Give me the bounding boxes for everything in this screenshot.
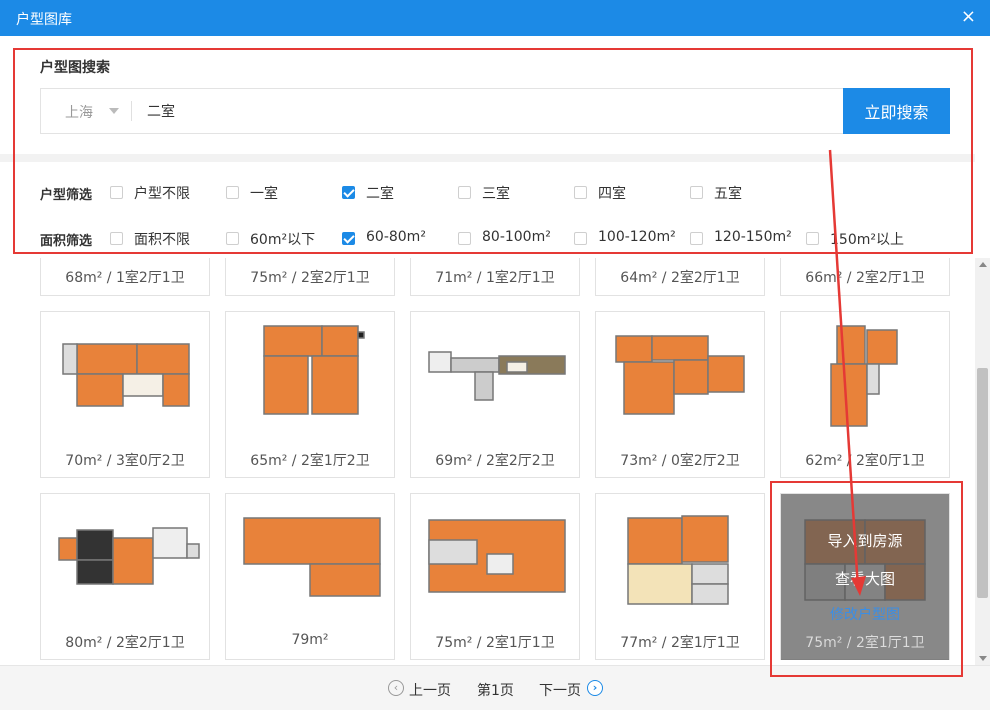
current-page-label: 第1页 [477, 683, 514, 699]
floorplan-thumbnail [58, 527, 200, 585]
floorplan-card[interactable]: 73m² / 0室2厅2卫 [595, 311, 765, 478]
filter-option-label: 80-100m² [482, 229, 551, 245]
floorplan-card[interactable]: 68m² / 1室2厅1卫 [40, 258, 210, 296]
section-separator [0, 154, 975, 162]
close-icon[interactable]: × [961, 7, 976, 27]
floorplan-card[interactable]: 65m² / 2室1厅2卫 [225, 311, 395, 478]
checkbox-icon[interactable] [574, 232, 587, 245]
city-select[interactable]: 上海 [41, 89, 131, 133]
filter-option-label: 60-80m² [366, 229, 426, 245]
search-button[interactable]: 立即搜索 [843, 88, 950, 134]
pagination: ‹ 上一页 第1页 下一页 › [0, 665, 990, 710]
scroll-down-icon[interactable] [979, 656, 987, 661]
search-divider [131, 101, 132, 121]
checkbox-icon[interactable] [110, 186, 123, 199]
next-page-button[interactable]: 下一页 [539, 680, 581, 700]
edit-floorplan-link[interactable]: 修改户型图 [781, 604, 949, 624]
area-filter-label: 面积筛选 [40, 234, 93, 249]
checkbox-icon[interactable] [226, 232, 239, 245]
filter-option-label: 一室 [250, 186, 278, 202]
arrow-left-icon[interactable]: ‹ [388, 680, 404, 696]
filter-panel: 户型筛选 户型不限 一室 二室 三室 四室 五室 面积筛选 面积不限 60m²以下 60-80… [0, 162, 975, 258]
floorplan-caption: 80m² / 2室2厅1卫 [65, 635, 185, 651]
floorplan-caption: 64m² / 2室2厅1卫 [620, 270, 740, 286]
search-panel: 户型图搜索 上海 立即搜索 [0, 36, 975, 154]
floorplan-caption: 75m² / 2室1厅1卫 [435, 635, 555, 651]
floorplan-thumbnail [428, 351, 566, 401]
chevron-down-icon [109, 108, 119, 114]
floorplan-card[interactable]: 62m² / 2室0厅1卫 [780, 311, 950, 478]
checkbox-icon[interactable] [690, 186, 703, 199]
filter-option-label: 150m²以上 [830, 232, 904, 248]
checkbox-icon[interactable] [226, 186, 239, 199]
floorplan-card[interactable]: 66m² / 2室2厅1卫 [780, 258, 950, 296]
filter-option-label: 二室 [366, 186, 394, 202]
floorplan-caption: 77m² / 2室1厅1卫 [620, 635, 740, 651]
room-filter-label: 户型筛选 [40, 188, 93, 203]
filter-option-label: 60m²以下 [250, 232, 316, 248]
floorplan-card[interactable]: 69m² / 2室2厅2卫 [410, 311, 580, 478]
checkbox-icon[interactable] [458, 186, 471, 199]
floorplan-card[interactable]: 79m² [225, 493, 395, 660]
floorplan-thumbnail [627, 515, 729, 605]
floorplan-caption: 68m² / 1室2厅1卫 [65, 270, 185, 286]
scrollbar-thumb[interactable] [977, 368, 988, 598]
arrow-right-icon[interactable]: › [587, 680, 603, 696]
dialog-title: 户型图库 [16, 12, 72, 28]
floorplan-thumbnail [428, 519, 566, 593]
floorplan-caption: 65m² / 2室1厅2卫 [250, 453, 370, 469]
floorplan-card[interactable]: 77m² / 2室1厅1卫 [595, 493, 765, 660]
floorplan-card[interactable]: 75m² / 2室2厅1卫 [225, 258, 395, 296]
search-input[interactable] [137, 89, 837, 133]
floorplan-caption: 75m² / 2室2厅1卫 [250, 270, 370, 286]
floorplan-card[interactable]: 75m² / 2室1厅1卫 [410, 493, 580, 660]
floorplan-caption: 62m² / 2室0厅1卫 [805, 453, 925, 469]
floorplan-card[interactable]: 75m² / 2室1厅1卫 导入到房源 查看大图 修改户型图 75m² / 2室… [780, 493, 950, 660]
grid-scrollbar[interactable] [975, 258, 990, 665]
floorplan-caption: 70m² / 3室0厅2卫 [65, 453, 185, 469]
floorplan-card[interactable]: 80m² / 2室2厅1卫 [40, 493, 210, 660]
floorplan-caption: 69m² / 2室2厅2卫 [435, 453, 555, 469]
filter-option-label: 五室 [714, 186, 742, 202]
floorplan-caption: 71m² / 1室2厅1卫 [435, 270, 555, 286]
floorplan-card[interactable]: 70m² / 3室0厅2卫 [40, 311, 210, 478]
floorplan-thumbnail [62, 343, 190, 407]
floorplan-thumbnail [263, 325, 365, 415]
floorplan-caption: 75m² / 2室1厅1卫 [805, 635, 925, 651]
view-large-button[interactable]: 查看大图 [781, 568, 949, 589]
floorplan-caption: 66m² / 2室2厅1卫 [805, 270, 925, 286]
city-select-value: 上海 [65, 105, 93, 121]
search-bar: 上海 立即搜索 [40, 88, 950, 134]
prev-page-button[interactable]: 上一页 [409, 680, 451, 700]
floorplan-grid: 68m² / 1室2厅1卫 75m² / 2室2厅1卫 71m² / 1室2厅1卫 6… [0, 258, 975, 665]
floorplan-thumbnail [243, 517, 381, 597]
card-hover-overlay: 导入到房源 查看大图 修改户型图 75m² / 2室1厅1卫 [781, 494, 949, 660]
filter-option-label: 面积不限 [134, 232, 190, 248]
checkbox-checked-icon[interactable] [342, 232, 355, 245]
floorplan-thumbnail [615, 335, 745, 415]
import-to-listing-button[interactable]: 导入到房源 [781, 530, 949, 551]
floorplan-card[interactable]: 64m² / 2室2厅1卫 [595, 258, 765, 296]
filter-option-label: 100-120m² [598, 229, 676, 245]
search-section-title: 户型图搜索 [40, 60, 110, 76]
floorplan-caption: 79m² [291, 632, 329, 648]
filter-option-label: 四室 [598, 186, 626, 202]
checkbox-icon[interactable] [690, 232, 703, 245]
filter-option-label: 120-150m² [714, 229, 792, 245]
dialog-titlebar: 户型图库 × [0, 0, 990, 36]
checkbox-icon[interactable] [574, 186, 587, 199]
filter-option-label: 三室 [482, 186, 510, 202]
checkbox-icon[interactable] [806, 232, 819, 245]
checkbox-icon[interactable] [458, 232, 471, 245]
floorplan-caption: 73m² / 0室2厅2卫 [620, 453, 740, 469]
filter-option-label: 户型不限 [134, 186, 190, 202]
floorplan-thumbnail [830, 325, 898, 427]
checkbox-checked-icon[interactable] [342, 186, 355, 199]
floorplan-card[interactable]: 71m² / 1室2厅1卫 [410, 258, 580, 296]
checkbox-icon[interactable] [110, 232, 123, 245]
scroll-up-icon[interactable] [979, 262, 987, 267]
